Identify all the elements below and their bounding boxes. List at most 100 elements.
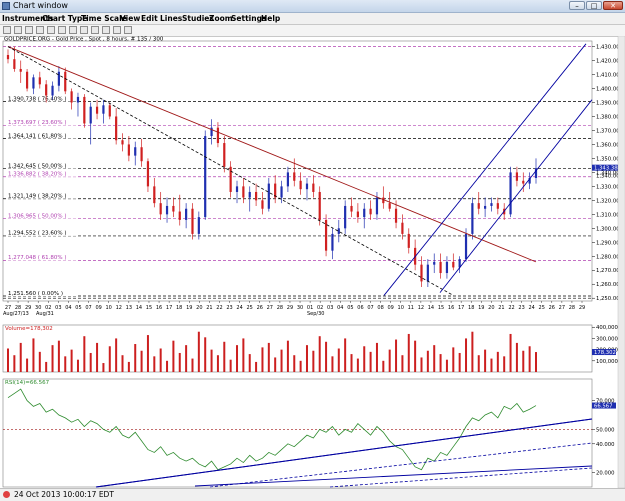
volume-bar	[102, 363, 105, 372]
volume-bar	[535, 352, 537, 372]
date-axis-label: 09	[95, 305, 101, 311]
fib-level-label: 1,321.149 ( 38.20% )	[8, 194, 67, 200]
month-label: Aug/31	[36, 311, 54, 317]
volume-bar	[286, 340, 289, 372]
date-axis-label: 07	[367, 305, 373, 311]
candle	[32, 77, 35, 89]
rsi-axis-label: 50.000	[596, 427, 615, 433]
candle	[89, 106, 92, 124]
menu-edit[interactable]: Edit	[141, 14, 158, 23]
volume-bar	[388, 349, 391, 372]
candle	[522, 180, 525, 184]
candle	[350, 205, 353, 212]
volume-bar	[13, 355, 16, 372]
volume-bar	[496, 351, 499, 372]
candle	[51, 85, 54, 96]
volume-bar	[299, 360, 302, 372]
menu-lines[interactable]: Lines	[160, 14, 182, 23]
price-panel: GOLDPRICE.ORG - Gold Price , Spot , 8 ho…	[2, 37, 624, 317]
volume-bar	[414, 340, 417, 372]
zoom-out-icon[interactable]	[80, 26, 88, 34]
volume-bar	[236, 345, 239, 372]
date-axis-label: 16	[448, 305, 454, 311]
crosshair-icon[interactable]	[47, 26, 55, 34]
volume-bar	[255, 361, 258, 372]
candle	[57, 71, 60, 86]
candle	[305, 183, 309, 190]
connection-status-icon	[3, 491, 10, 498]
date-axis-label: 06	[357, 305, 363, 311]
candle	[191, 208, 194, 234]
line-chart-icon[interactable]	[113, 26, 121, 34]
rsi-last-label: 66.567	[594, 404, 613, 410]
volume-bar	[108, 346, 111, 372]
save-icon[interactable]	[14, 26, 22, 34]
candle	[102, 105, 105, 114]
volume-bar	[509, 333, 512, 372]
line-tool-icon[interactable]	[58, 26, 66, 34]
candle	[146, 161, 150, 187]
volume-bar	[267, 342, 270, 372]
date-axis-label: 27	[267, 305, 273, 311]
volume-bar	[477, 355, 480, 372]
bar-icon[interactable]	[102, 26, 110, 34]
candle	[248, 191, 251, 198]
fib-level-label: 1,390.738 ( 76.40% )	[8, 96, 67, 102]
volume-bar	[471, 331, 474, 372]
vertical-scrollbar[interactable]	[617, 36, 625, 488]
volume-bar	[140, 350, 143, 372]
window-title: Chart window	[13, 1, 68, 10]
cursor-icon[interactable]	[36, 26, 44, 34]
date-axis-label: 25	[246, 305, 252, 311]
print-icon[interactable]	[25, 26, 33, 34]
volume-bar	[127, 361, 130, 372]
volume-bar	[261, 347, 264, 372]
maximize-button[interactable]: □	[586, 1, 602, 10]
volume-last-label: 178,302	[594, 350, 616, 356]
date-axis-label: 25	[539, 305, 545, 311]
date-axis-label: 04	[337, 305, 343, 311]
date-axis-label: 30	[297, 305, 303, 311]
candle-icon[interactable]	[91, 26, 99, 34]
close-button[interactable]: ✕	[603, 1, 623, 10]
volume-bar	[26, 358, 29, 372]
candle	[242, 186, 245, 198]
date-axis-label: 19	[478, 305, 484, 311]
candle	[127, 144, 130, 156]
date-axis-label: 15	[146, 305, 152, 311]
month-label: Sep/30	[307, 311, 324, 317]
menu-zoom[interactable]: Zoom	[209, 14, 233, 23]
menu-help[interactable]: Help	[261, 14, 280, 23]
volume-bar	[197, 331, 200, 372]
fib-level-label: 1,294.552 ( 23.60% )	[8, 231, 67, 237]
volume-bar	[382, 360, 385, 372]
candle	[134, 147, 137, 156]
candle	[159, 203, 162, 215]
volume-bar	[45, 361, 48, 372]
menu-view[interactable]: View	[120, 14, 140, 23]
zoom-in-icon[interactable]	[69, 26, 77, 34]
fib-level-label: 1,364.141 ( 61.80% )	[8, 133, 67, 139]
pointer-icon[interactable]	[124, 26, 132, 34]
price-plot-frame	[2, 40, 593, 302]
candle	[13, 59, 16, 69]
volume-bar	[223, 341, 226, 372]
app-window-icon	[2, 2, 10, 10]
open-icon[interactable]	[3, 26, 11, 34]
volume-bar	[522, 350, 525, 372]
candle	[344, 205, 347, 229]
candle	[76, 96, 80, 103]
date-axis-label: 17	[458, 305, 464, 311]
candle	[452, 261, 455, 268]
volume-bar	[312, 350, 315, 372]
volume-bar	[121, 355, 124, 372]
minimize-button[interactable]: –	[569, 1, 585, 10]
volume-bar	[32, 338, 35, 372]
date-axis-label: 24	[236, 305, 242, 311]
volume-bar	[305, 345, 308, 372]
instrument-label: GOLDPRICE.ORG - Gold Price , Spot , 8 ho…	[4, 37, 164, 43]
volume-bar	[229, 359, 232, 372]
date-axis-label: 29	[579, 305, 585, 311]
volume-bar	[19, 342, 22, 372]
chart-area[interactable]: GOLDPRICE.ORG - Gold Price , Spot , 8 ho…	[0, 36, 625, 488]
